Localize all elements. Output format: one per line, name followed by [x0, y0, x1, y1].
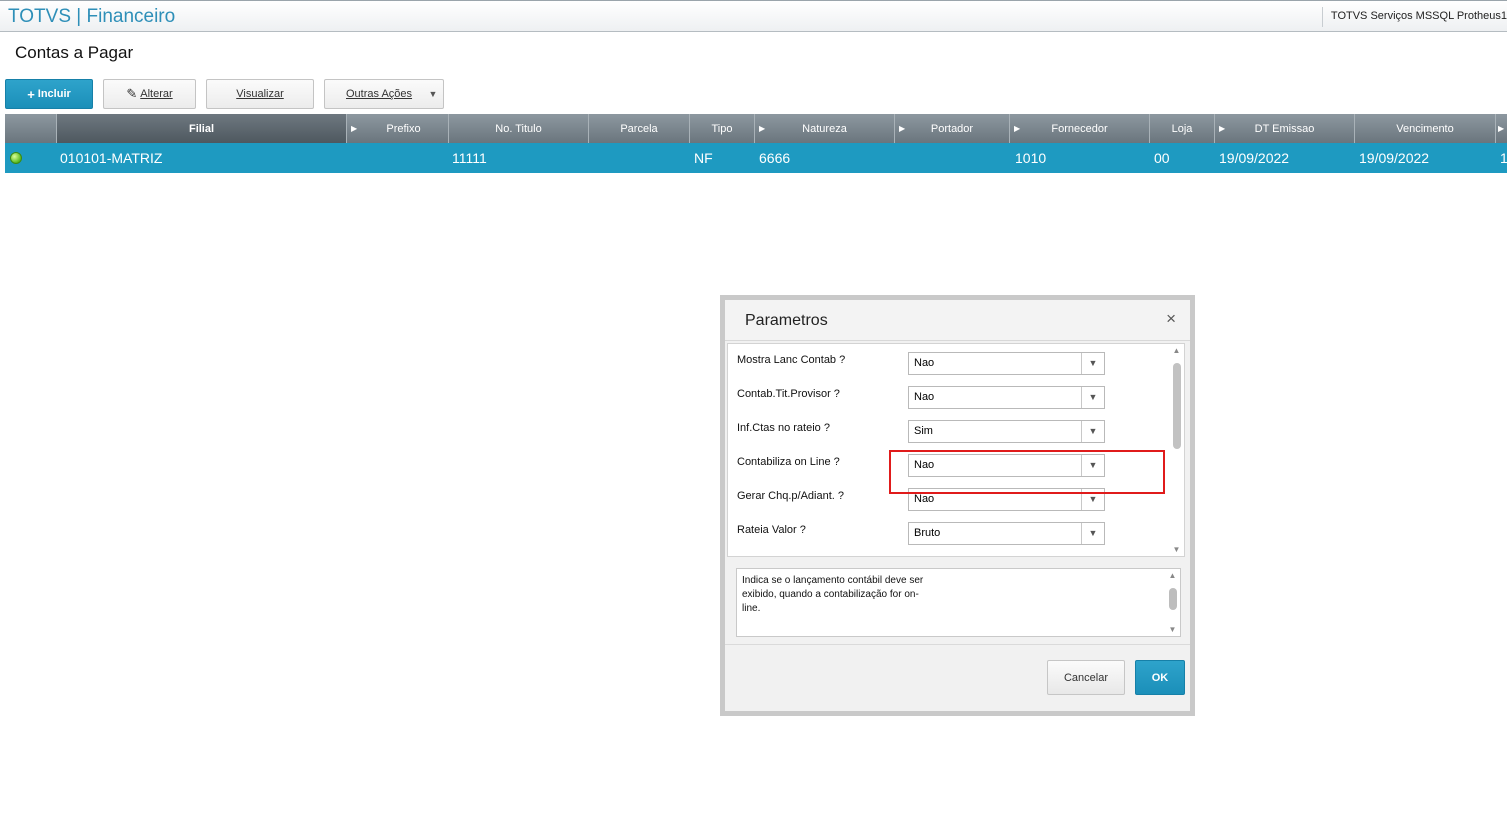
params-scrollbar[interactable]: ▲ ▼ [1171, 346, 1182, 554]
column-header-status[interactable] [5, 114, 57, 143]
param-label: Contab.Tit.Provisor ? [737, 388, 840, 400]
column-header-natureza[interactable]: ▶ Natureza [755, 114, 895, 143]
column-header-label: Prefixo [386, 122, 421, 135]
incluir-button[interactable]: + Incluir [5, 79, 93, 109]
column-header-portador[interactable]: ▶ Portador [895, 114, 1010, 143]
alterar-label: Alterar [140, 88, 173, 100]
parametros-dialog: Parametros × Mostra Lanc Contab ? Nao ▼ … [725, 300, 1190, 711]
cell-no-titulo: 11111 [452, 150, 487, 166]
visualizar-button[interactable]: Visualizar [206, 79, 314, 109]
ok-button[interactable]: OK [1135, 660, 1185, 695]
cell-natureza: 6666 [759, 150, 791, 166]
cell-extra: 1 [1500, 150, 1507, 166]
param-label: Gerar Chq.p/Adiant. ? [737, 490, 845, 502]
server-info: TOTVS Serviços MSSQL Protheus1 [1330, 10, 1507, 22]
scroll-down-icon[interactable]: ▼ [1167, 625, 1178, 634]
cell-filial: 010101-MATRIZ [60, 150, 163, 166]
column-arrow-icon: ▶ [899, 124, 906, 133]
column-arrow-icon: ▶ [1219, 124, 1226, 133]
column-header-filial[interactable]: Filial [57, 114, 347, 143]
table-row[interactable]: 010101-MATRIZ 11111 NF 6666 1010 00 19/0… [5, 143, 1507, 173]
select-value: Nao [914, 357, 935, 369]
param-select-mostra-lanc-contab[interactable]: Nao ▼ [908, 352, 1105, 375]
title-separator [1322, 7, 1323, 27]
status-dot-icon [10, 152, 22, 164]
param-label: Inf.Ctas no rateio ? [737, 422, 830, 434]
column-header-parcela[interactable]: Parcela [589, 114, 690, 143]
parametros-dialog-frame: Parametros × Mostra Lanc Contab ? Nao ▼ … [720, 295, 1195, 716]
column-header-prefixo[interactable]: ▶ Prefixo [347, 114, 449, 143]
incluir-label: Incluir [37, 88, 71, 100]
grid-header: Filial ▶ Prefixo No. Titulo Parcela Tipo… [5, 114, 1507, 143]
param-select-contab-tit-provisor[interactable]: Nao ▼ [908, 386, 1105, 409]
outras-acoes-label: Outras Ações [346, 88, 413, 100]
cell-tipo: NF [694, 150, 713, 166]
column-header-loja[interactable]: Loja [1150, 114, 1215, 143]
pencil-icon: ✎ [126, 86, 138, 101]
plus-icon: + [27, 86, 35, 102]
dialog-title: Parametros [745, 312, 828, 329]
alterar-button[interactable]: ✎ Alterar [103, 79, 196, 109]
column-header-fornecedor[interactable]: ▶ Fornecedor [1010, 114, 1150, 143]
visualizar-label: Visualizar [236, 88, 284, 100]
help-text: Indica se o lançamento contábil deve ser… [742, 575, 924, 614]
outras-acoes-button[interactable]: Outras Ações ▼ [324, 79, 444, 109]
column-header-label: Vencimento [1396, 122, 1454, 135]
column-header-label: Filial [188, 122, 215, 135]
chevron-down-icon[interactable]: ▼ [1081, 523, 1104, 544]
param-label: Contabiliza on Line ? [737, 456, 840, 468]
column-header-label: Portador [930, 122, 974, 135]
scroll-down-icon[interactable]: ▼ [1171, 545, 1182, 554]
column-arrow-icon: ▶ [351, 124, 358, 133]
scroll-up-icon[interactable]: ▲ [1167, 571, 1178, 580]
column-header-label: Natureza [802, 122, 847, 135]
column-header-label: Loja [1171, 122, 1193, 135]
app-title-bar: TOTVS | Financeiro TOTVS Serviços MSSQL … [0, 0, 1507, 32]
column-header-dt-emissao[interactable]: ▶ DT Emissao [1215, 114, 1355, 143]
cell-vencimento: 19/09/2022 [1359, 150, 1430, 166]
close-icon[interactable]: × [1166, 309, 1176, 329]
dropdown-arrow-icon[interactable]: ▼ [423, 80, 443, 108]
column-header-tipo[interactable]: Tipo [690, 114, 755, 143]
cell-fornecedor: 1010 [1015, 150, 1047, 166]
help-text-box: Indica se o lançamento contábil deve ser… [736, 568, 1181, 637]
cancel-button[interactable]: Cancelar [1047, 660, 1125, 695]
dialog-header: Parametros × [725, 300, 1190, 341]
column-arrow-icon: ▶ [1014, 124, 1021, 133]
param-label: Rateia Valor ? [737, 524, 806, 536]
highlight-annotation [889, 450, 1165, 494]
help-scrollbar[interactable]: ▲ ▼ [1167, 571, 1178, 634]
column-arrow-icon: ▶ [1498, 124, 1505, 133]
param-label: Mostra Lanc Contab ? [737, 354, 846, 366]
column-header-label: Tipo [711, 122, 733, 135]
column-header-vencimento[interactable]: Vencimento [1355, 114, 1496, 143]
column-header-label: Fornecedor [1051, 122, 1108, 135]
select-value: Nao [914, 493, 935, 505]
chevron-down-icon[interactable]: ▼ [1081, 353, 1104, 374]
column-header-label: No. Titulo [495, 122, 542, 135]
column-header-label: DT Emissao [1254, 122, 1315, 135]
select-value: Nao [914, 391, 935, 403]
select-value: Bruto [914, 527, 941, 539]
cell-loja: 00 [1154, 150, 1170, 166]
column-header-no-titulo[interactable]: No. Titulo [449, 114, 589, 143]
column-arrow-icon: ▶ [759, 124, 766, 133]
column-header-more[interactable]: ▶ [1496, 114, 1507, 143]
select-value: Sim [914, 425, 933, 437]
page-title: Contas a Pagar [15, 43, 134, 62]
column-header-label: Parcela [620, 122, 658, 135]
param-select-rateia-valor[interactable]: Bruto ▼ [908, 522, 1105, 545]
scrollbar-thumb[interactable] [1169, 588, 1177, 610]
scrollbar-thumb[interactable] [1173, 363, 1181, 449]
chevron-down-icon[interactable]: ▼ [1081, 421, 1104, 442]
dialog-footer-divider [725, 644, 1190, 645]
app-title: TOTVS | Financeiro [8, 6, 176, 27]
chevron-down-icon[interactable]: ▼ [1081, 387, 1104, 408]
scroll-up-icon[interactable]: ▲ [1171, 346, 1182, 355]
param-select-inf-ctas-rateio[interactable]: Sim ▼ [908, 420, 1105, 443]
cell-dt-emissao: 19/09/2022 [1219, 150, 1290, 166]
